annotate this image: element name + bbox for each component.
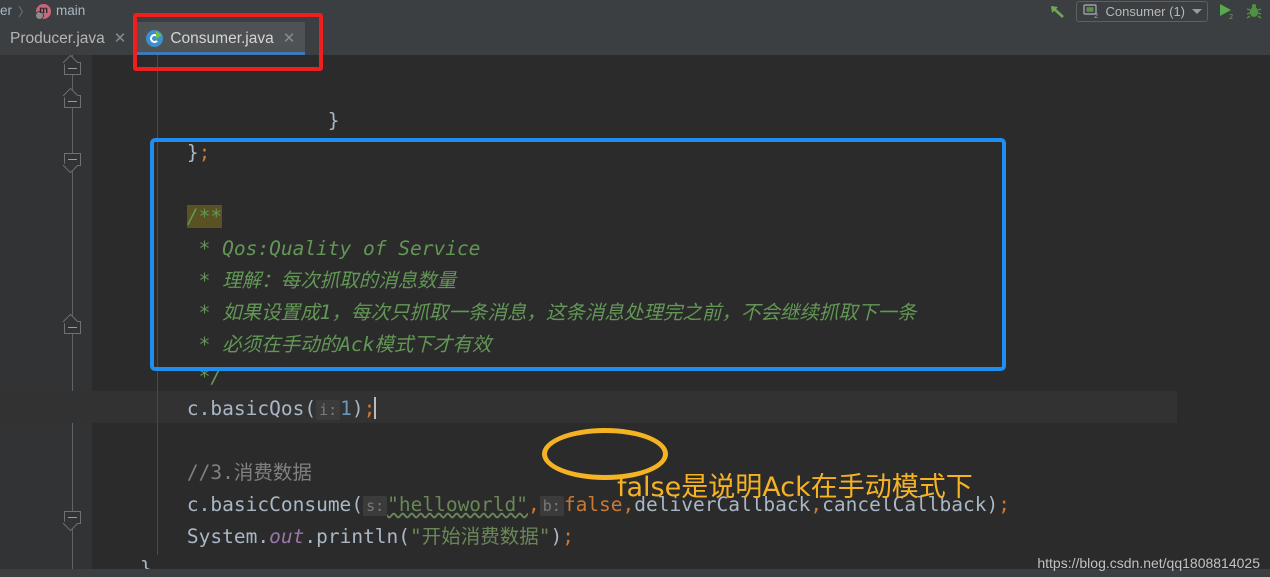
- run-toolbar: 2 Consumer (1) 2: [1048, 0, 1270, 22]
- code-line-println: System.out.println("开始消费数据");: [93, 521, 574, 553]
- code-token-boolean: false: [563, 493, 623, 516]
- close-icon[interactable]: ✕: [283, 31, 296, 46]
- editor-gutter[interactable]: [0, 55, 92, 577]
- code-token: ;: [198, 141, 211, 164]
- code-token: ): [550, 525, 563, 548]
- code-token: ,: [528, 493, 540, 516]
- code-token: ;: [998, 493, 1011, 516]
- code-line: };: [93, 137, 211, 169]
- code-token: }: [93, 141, 199, 164]
- javadoc-text: * 理解：每次抓取的消息数量: [93, 269, 457, 292]
- code-token-method: basicQos: [210, 397, 305, 420]
- code-line-javadoc: * Qos:Quality of Service: [93, 233, 481, 265]
- close-icon[interactable]: ✕: [114, 31, 127, 46]
- code-token-string: "开始消费数据": [410, 525, 551, 548]
- javadoc-text: * Qos:Quality of Service: [93, 237, 481, 260]
- tab-producer-java[interactable]: Producer.java ✕: [0, 22, 136, 55]
- code-token-string: "helloworld": [387, 493, 529, 516]
- code-token: (: [351, 493, 364, 516]
- code-token: (: [398, 525, 411, 548]
- code-line-javadoc: * 必须在手动的Ack模式下才有效: [93, 329, 492, 361]
- code-line-javadoc: * 理解：每次抓取的消息数量: [93, 265, 456, 297]
- code-token: ): [986, 493, 999, 516]
- run-configuration-label: Consumer (1): [1105, 3, 1185, 19]
- breadcrumb: er 〉 main: [0, 0, 85, 22]
- javadoc-text: */: [93, 365, 223, 388]
- run-play-icon[interactable]: 2: [1216, 1, 1236, 21]
- svg-text:2: 2: [1094, 12, 1098, 19]
- code-token-method: println: [316, 525, 399, 548]
- tab-label: Producer.java: [10, 29, 105, 47]
- code-token: .: [198, 397, 211, 420]
- text-caret: [374, 397, 377, 419]
- code-line-javadoc-close: */: [93, 361, 222, 393]
- code-line-javadoc: * 如果设置成1，每次只抓取一条消息，这条消息处理完之前，不会继续抓取下一条: [93, 297, 917, 329]
- module-icon: [35, 3, 52, 20]
- tab-label: Consumer.java: [170, 29, 274, 47]
- fold-marker-icon[interactable]: [62, 87, 81, 108]
- code-token: .: [304, 525, 317, 548]
- breadcrumb-toolbar: er 〉 main 2 Consumer (: [0, 0, 1270, 22]
- ide-window: er 〉 main 2 Consumer (: [0, 0, 1270, 577]
- code-token-field: out: [269, 525, 305, 548]
- svg-text:2: 2: [1229, 13, 1233, 20]
- code-token: .: [198, 493, 211, 516]
- debug-bug-icon[interactable]: [1244, 1, 1264, 21]
- breadcrumb-item-main[interactable]: main: [56, 0, 85, 22]
- run-configuration-selector[interactable]: 2 Consumer (1): [1075, 0, 1208, 22]
- run-config-icon: 2: [1081, 1, 1101, 21]
- code-line-comment: //3.消费数据: [93, 457, 312, 489]
- code-token: ;: [562, 525, 575, 548]
- code-token: }: [93, 109, 340, 132]
- javadoc-text: * 必须在手动的Ack模式下才有效: [93, 333, 492, 356]
- fold-marker-end-icon[interactable]: [62, 153, 81, 174]
- code-token-number: 1: [340, 397, 352, 420]
- parameter-hint: i:: [316, 400, 341, 420]
- watermark-url: https://blog.csdn.net/qq1808814025: [1037, 555, 1260, 571]
- fold-marker-end-icon[interactable]: [62, 511, 81, 532]
- code-line: }: [93, 105, 340, 137]
- line-comment: //3.消费数据: [186, 461, 312, 484]
- breadcrumb-item-truncated[interactable]: er: [0, 0, 12, 22]
- annotation-orange-note: false是说明Ack在手动模式下: [617, 472, 973, 503]
- javadoc-text: * 如果设置成1，每次只抓取一条消息，这条消息处理完之前，不会继续抓取下一条: [93, 301, 917, 324]
- parameter-hint: s:: [363, 496, 388, 516]
- fold-marker-icon[interactable]: [62, 55, 81, 75]
- java-class-icon: [146, 30, 164, 47]
- parameter-hint: b:: [539, 496, 564, 516]
- code-token: ): [351, 397, 364, 420]
- code-line-javadoc-open: /**: [93, 201, 223, 233]
- code-token: .: [257, 525, 270, 548]
- code-line-basic-qos: c.basicQos(i: 1);: [93, 393, 377, 425]
- editor-tab-bar: Producer.java ✕ Consumer.java ✕: [0, 22, 1270, 55]
- fold-marker-icon[interactable]: [62, 313, 81, 334]
- breadcrumb-separator-icon: 〉: [18, 4, 31, 19]
- code-token-receiver: c: [186, 493, 199, 516]
- code-token-receiver: c: [186, 397, 199, 420]
- arrow-up-left-icon[interactable]: [1048, 1, 1068, 21]
- code-token-method: basicConsume: [210, 493, 352, 516]
- javadoc-open-token: /**: [186, 205, 223, 228]
- code-token: (: [304, 397, 317, 420]
- code-token-class: System: [186, 525, 258, 548]
- chevron-down-icon[interactable]: [1192, 8, 1202, 14]
- tab-consumer-java[interactable]: Consumer.java ✕: [136, 22, 306, 55]
